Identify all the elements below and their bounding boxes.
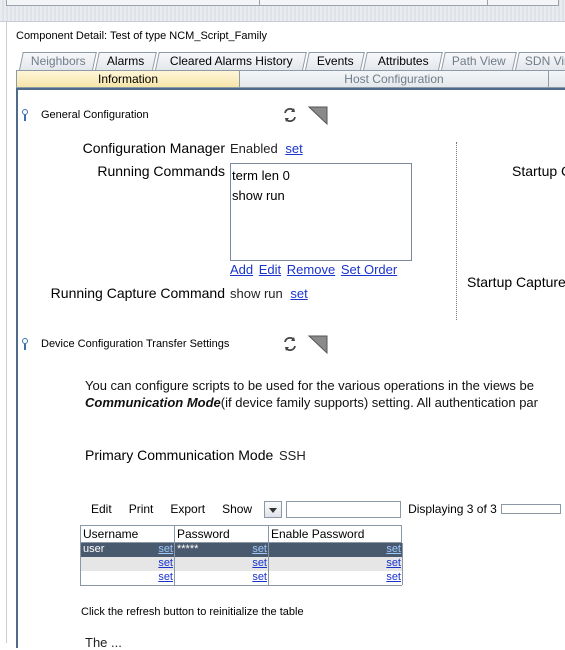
- empty-area: [402, 543, 565, 557]
- empty-area: [402, 571, 565, 585]
- startup-commands-label: Startup C: [512, 163, 565, 179]
- table-header: Username Password Enable Password: [80, 525, 565, 543]
- print-button[interactable]: Print: [129, 502, 154, 516]
- set-link[interactable]: set: [386, 557, 401, 570]
- transfer-settings-header[interactable]: Device Configuration Transfer Settings: [21, 338, 229, 350]
- list-item[interactable]: term len 0: [232, 166, 410, 186]
- top-frame-divider: [259, 0, 260, 6]
- empty-area: [402, 557, 565, 571]
- username-cell[interactable]: user set: [80, 543, 174, 557]
- table-toolbar: Edit Print Export Show Displaying 3 of 3: [91, 499, 561, 519]
- tab-alarms[interactable]: Alarms: [95, 52, 157, 70]
- general-config-header[interactable]: General Configuration: [21, 109, 149, 121]
- enable-password-cell[interactable]: set: [268, 571, 402, 585]
- show-dropdown-button[interactable]: [264, 500, 283, 518]
- pin-icon[interactable]: [21, 338, 29, 350]
- tab-attributes[interactable]: Attributes: [363, 52, 443, 70]
- set-link[interactable]: set: [386, 543, 401, 556]
- subtab-information[interactable]: Information: [16, 70, 240, 88]
- startup-capture-label: Startup Capture: [467, 274, 565, 290]
- tab-cleared-alarms-history[interactable]: Cleared Alarms History: [155, 52, 307, 70]
- add-link[interactable]: Add: [230, 262, 253, 277]
- communication-mode-emphasis: Communication Mode: [85, 395, 221, 410]
- primary-comm-mode-value: SSH: [279, 448, 306, 463]
- username-cell[interactable]: set: [80, 571, 174, 585]
- component-detail-panel: Component Detail: Test of type NCM_Scrip…: [6, 22, 565, 650]
- show-label: Show: [222, 502, 253, 516]
- table-row[interactable]: user set ***** set set: [80, 543, 565, 557]
- remove-link[interactable]: Remove: [287, 262, 335, 277]
- password-cell[interactable]: set: [174, 557, 268, 571]
- table-row[interactable]: set set set: [80, 571, 565, 585]
- transfer-description-line2: Communication Mode(if device family supp…: [85, 395, 538, 410]
- tab-path-view[interactable]: Path View: [441, 52, 517, 70]
- refresh-icon[interactable]: [281, 335, 299, 353]
- set-link[interactable]: set: [252, 557, 267, 570]
- top-frame: [6, 0, 559, 6]
- column-divider: [456, 142, 457, 320]
- running-capture-label: Running Capture Command: [50, 285, 225, 301]
- subtab-host-configuration[interactable]: Host Configuration: [239, 70, 549, 88]
- running-commands-list[interactable]: term len 0 show run: [230, 163, 412, 261]
- collapse-arrow-icon[interactable]: [307, 333, 329, 355]
- set-link[interactable]: set: [158, 557, 173, 570]
- subtab-bar: Information Host Configuration: [16, 70, 565, 88]
- set-link[interactable]: set: [252, 571, 267, 584]
- enable-password-cell[interactable]: set: [268, 543, 402, 557]
- transfer-description-line1: You can configure scripts to be used for…: [85, 378, 535, 393]
- set-link[interactable]: set: [158, 543, 173, 556]
- running-commands-label: Running Commands: [97, 163, 225, 179]
- refresh-icon[interactable]: [281, 106, 299, 124]
- config-manager-value: Enabled set: [230, 141, 303, 156]
- set-link[interactable]: set: [252, 543, 267, 556]
- username-cell[interactable]: set: [80, 557, 174, 571]
- config-manager-label: Configuration Manager: [82, 140, 225, 156]
- top-frame-divider: [487, 0, 488, 6]
- set-order-link[interactable]: Set Order: [341, 262, 397, 277]
- running-capture-set-link[interactable]: set: [290, 286, 307, 301]
- column-header-enable-password[interactable]: Enable Password: [268, 525, 402, 543]
- edit-button[interactable]: Edit: [91, 502, 112, 516]
- column-header-username[interactable]: Username: [80, 525, 174, 543]
- password-cell[interactable]: set: [174, 571, 268, 585]
- table-row[interactable]: set set set: [80, 557, 565, 571]
- collapse-arrow-icon[interactable]: [307, 104, 329, 126]
- edit-link[interactable]: Edit: [259, 262, 281, 277]
- list-item[interactable]: show run: [232, 186, 410, 206]
- panel-title: Component Detail: Test of type NCM_Scrip…: [16, 30, 268, 42]
- password-cell[interactable]: ***** set: [174, 543, 268, 557]
- top-strip: [0, 0, 565, 22]
- config-manager-set-link[interactable]: set: [285, 141, 302, 156]
- column-header-password[interactable]: Password: [174, 525, 268, 543]
- table-refresh-note: Click the refresh button to reinitialize…: [81, 606, 304, 618]
- displaying-count: Displaying 3 of 3: [408, 502, 497, 516]
- tab-bar: Neighbors Alarms Cleared Alarms History …: [16, 52, 565, 70]
- tab-sdn-virtu[interactable]: SDN Virtu: [515, 52, 565, 70]
- primary-comm-mode-label: Primary Communication Mode: [85, 447, 274, 463]
- set-link[interactable]: set: [386, 571, 401, 584]
- tab-neighbors[interactable]: Neighbors: [19, 52, 97, 70]
- running-capture-value: show run set: [230, 286, 308, 301]
- table-bottom-border: [80, 585, 402, 586]
- command-actions: Add Edit Remove Set Order: [230, 262, 397, 277]
- filter-input[interactable]: [286, 500, 402, 518]
- tab-events[interactable]: Events: [305, 52, 365, 70]
- enable-password-cell[interactable]: set: [268, 557, 402, 571]
- export-button[interactable]: Export: [170, 502, 205, 516]
- page-navigator[interactable]: [500, 504, 561, 514]
- pin-icon[interactable]: [21, 109, 29, 121]
- subtab-overflow[interactable]: [548, 70, 565, 88]
- set-link[interactable]: set: [158, 571, 173, 584]
- credentials-table: Username Password Enable Password user se…: [80, 525, 565, 586]
